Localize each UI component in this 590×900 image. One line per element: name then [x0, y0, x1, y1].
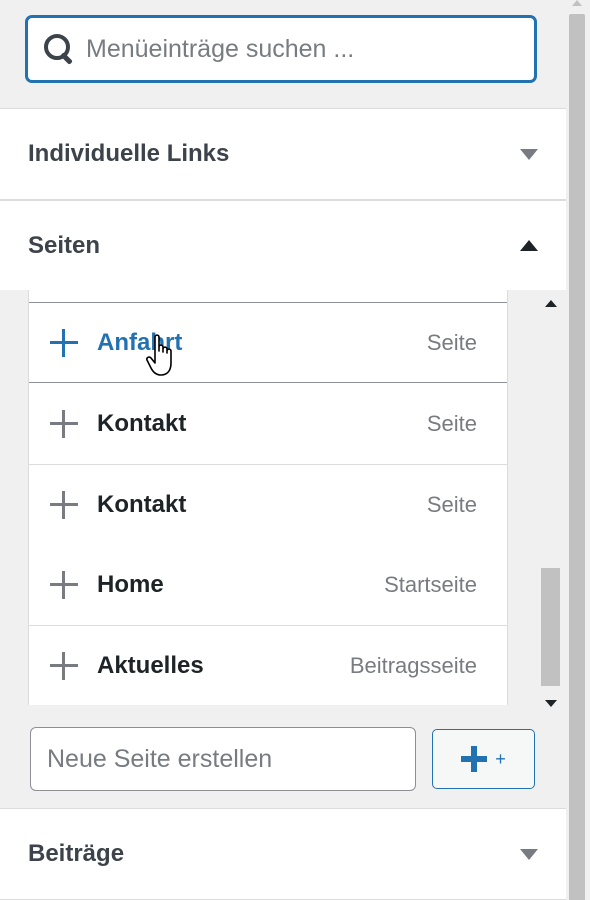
- item-title: Kontakt: [97, 410, 187, 437]
- item-title: Home: [97, 571, 164, 598]
- plus-icon[interactable]: [49, 651, 79, 681]
- list-item[interactable]: Kontakt Seite: [29, 384, 507, 465]
- item-title: Kontakt: [97, 491, 187, 518]
- section-title: Seiten: [28, 231, 101, 259]
- add-page-button[interactable]: +: [432, 729, 535, 789]
- scroll-thumb[interactable]: [541, 568, 560, 686]
- scroll-thumb[interactable]: [569, 14, 585, 900]
- plus-icon[interactable]: [49, 490, 79, 520]
- plus-icon[interactable]: [49, 409, 79, 439]
- list-item[interactable]: Aktuelles Beitragsseite: [29, 626, 507, 705]
- search-icon: [42, 32, 76, 66]
- item-type: Seite: [426, 492, 477, 517]
- search-input[interactable]: [86, 29, 506, 69]
- item-type: Startseite: [384, 572, 477, 597]
- search-area: [0, 0, 566, 108]
- item-type: Seite: [426, 411, 477, 436]
- expand-arrow-icon[interactable]: [520, 848, 538, 860]
- section-title: Beiträge: [28, 840, 125, 867]
- plus-icon: [461, 746, 488, 772]
- item-title: Anfahrt: [97, 328, 183, 356]
- plus-icon[interactable]: [49, 328, 79, 358]
- section-custom-links[interactable]: Individuelle Links: [0, 108, 566, 200]
- list-item[interactable]: Home Startseite: [29, 545, 507, 626]
- item-type: Seite: [426, 329, 477, 355]
- scroll-up-icon[interactable]: [545, 300, 557, 307]
- panel-scrollbar[interactable]: [566, 0, 590, 900]
- section-title: Individuelle Links: [28, 140, 230, 167]
- section-pages[interactable]: Seiten: [0, 200, 566, 290]
- pages-list[interactable]: Anfahrt Seite Kontakt Seite Kontakt Seit…: [28, 290, 508, 705]
- scroll-up-icon[interactable]: [572, 0, 582, 6]
- expand-arrow-icon[interactable]: [520, 148, 538, 160]
- scroll-down-icon[interactable]: [545, 700, 557, 707]
- section-posts[interactable]: Beiträge: [0, 808, 566, 900]
- search-box[interactable]: [26, 16, 536, 82]
- plus-icon[interactable]: [49, 570, 79, 600]
- new-page-input[interactable]: [30, 727, 416, 791]
- pages-section-body: Anfahrt Seite Kontakt Seite Kontakt Seit…: [0, 290, 566, 808]
- list-item[interactable]: Kontakt Seite: [29, 465, 507, 546]
- collapse-arrow-icon[interactable]: [520, 240, 538, 251]
- item-title: Aktuelles: [97, 652, 204, 679]
- menu-items-panel: Individuelle Links Seiten Anfahrt Seite …: [0, 0, 566, 900]
- add-button-label: +: [495, 748, 506, 769]
- list-scrollbar[interactable]: [538, 290, 562, 710]
- item-type: Beitragsseite: [349, 653, 477, 678]
- list-item[interactable]: Anfahrt Seite: [29, 302, 507, 383]
